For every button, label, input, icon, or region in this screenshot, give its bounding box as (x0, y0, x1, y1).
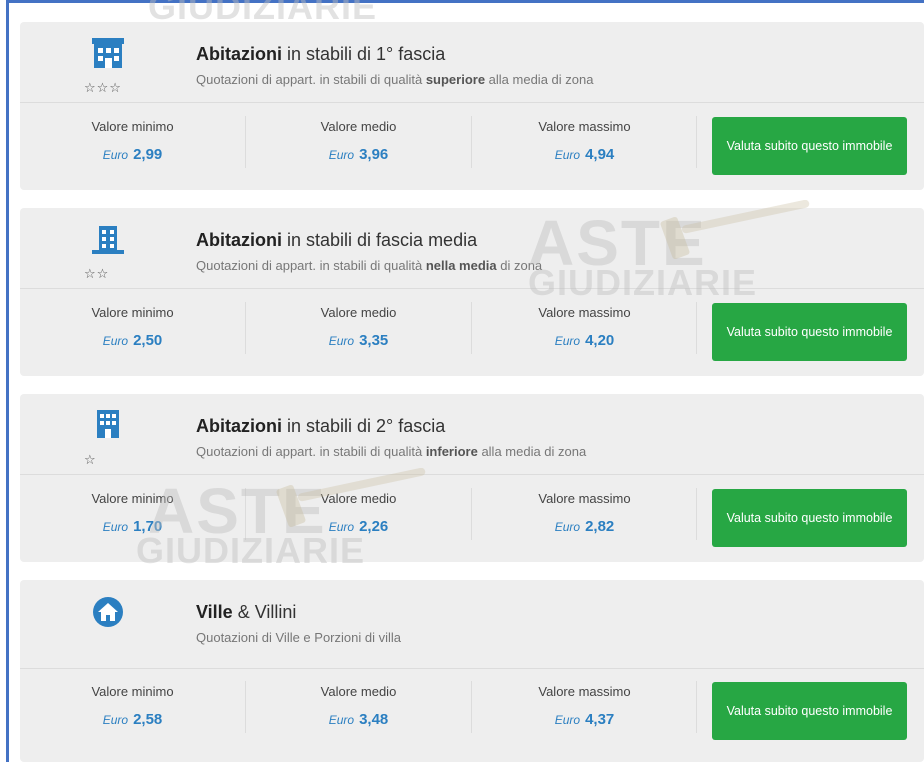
card-title: Abitazioni in stabili di fascia media (196, 230, 478, 250)
avg-value: Euro 3,48 (328, 711, 389, 728)
price-card-2: ☆☆ Abitazioni in stabili di fascia media… (20, 208, 924, 376)
max-value-label: Valore massimo (538, 305, 631, 320)
avg-value-label: Valore medio (320, 305, 397, 320)
card-title: Abitazioni in stabili di 2° fascia (196, 416, 446, 436)
avg-value-column: Valore medio Euro 3,96 (246, 119, 471, 163)
max-value-label: Valore massimo (538, 119, 631, 134)
max-value-column: Valore massimo Euro 2,82 (472, 491, 697, 535)
divider (20, 668, 924, 669)
min-value-column: Valore minimo Euro 1,70 (20, 491, 245, 535)
min-value-column: Valore minimo Euro 2,50 (20, 305, 245, 349)
divider (20, 288, 924, 289)
min-value-label: Valore minimo (91, 684, 174, 699)
building-top-tier-icon (92, 38, 124, 68)
building-mid-tier-icon (92, 226, 124, 254)
valuate-button[interactable]: Valuta subito questo immobile (712, 117, 907, 175)
column-divider (696, 116, 697, 168)
max-value-label: Valore massimo (538, 684, 631, 699)
card-subtitle: Quotazioni di appart. in stabili di qual… (196, 72, 594, 87)
avg-value-column: Valore medio Euro 3,35 (246, 305, 471, 349)
column-divider (696, 302, 697, 354)
avg-value: Euro 3,96 (328, 146, 389, 163)
min-value-label: Valore minimo (91, 119, 174, 134)
min-value: Euro 2,58 (102, 711, 163, 728)
max-value: Euro 4,94 (554, 146, 615, 163)
valuate-button[interactable]: Valuta subito questo immobile (712, 303, 907, 361)
card-title: Ville & Villini (196, 602, 297, 622)
card-title: Abitazioni in stabili di 1° fascia (196, 44, 446, 64)
min-value: Euro 2,99 (102, 146, 163, 163)
column-divider (696, 681, 697, 733)
max-value-label: Valore massimo (538, 491, 631, 506)
quality-stars: ☆ (84, 452, 97, 467)
card-subtitle: Quotazioni di appart. in stabili di qual… (196, 444, 587, 459)
max-value-column: Valore massimo Euro 4,94 (472, 119, 697, 163)
villa-icon (93, 597, 123, 627)
avg-value: Euro 3,35 (328, 332, 389, 349)
building-low-tier-icon (97, 410, 119, 438)
divider (20, 102, 924, 103)
min-value: Euro 2,50 (102, 332, 163, 349)
price-card-4: Ville & Villini Quotazioni di Ville e Po… (20, 580, 924, 762)
min-value: Euro 1,70 (102, 518, 163, 535)
min-value-label: Valore minimo (91, 491, 174, 506)
avg-value-label: Valore medio (320, 684, 397, 699)
valuate-button[interactable]: Valuta subito questo immobile (712, 489, 907, 547)
max-value: Euro 4,20 (554, 332, 615, 349)
quality-stars: ☆☆☆ (84, 80, 122, 95)
card-subtitle: Quotazioni di appart. in stabili di qual… (196, 258, 543, 273)
avg-value-label: Valore medio (320, 119, 397, 134)
card-subtitle: Quotazioni di Ville e Porzioni di villa (196, 630, 401, 645)
min-value-label: Valore minimo (91, 305, 174, 320)
avg-value: Euro 2,26 (328, 518, 389, 535)
avg-value-label: Valore medio (320, 491, 397, 506)
price-card-1: ☆☆☆ Abitazioni in stabili di 1° fascia Q… (20, 22, 924, 190)
max-value: Euro 4,37 (554, 711, 615, 728)
quality-stars: ☆☆ (84, 266, 110, 281)
valuate-button[interactable]: Valuta subito questo immobile (712, 682, 907, 740)
max-value-column: Valore massimo Euro 4,20 (472, 305, 697, 349)
min-value-column: Valore minimo Euro 2,58 (20, 684, 245, 728)
price-card-3: ☆ Abitazioni in stabili di 2° fascia Quo… (20, 394, 924, 562)
frame-border-top (6, 0, 924, 3)
frame-border-left (6, 0, 9, 762)
column-divider (696, 488, 697, 540)
min-value-column: Valore minimo Euro 2,99 (20, 119, 245, 163)
divider (20, 474, 924, 475)
avg-value-column: Valore medio Euro 3,48 (246, 684, 471, 728)
max-value-column: Valore massimo Euro 4,37 (472, 684, 697, 728)
max-value: Euro 2,82 (554, 518, 615, 535)
avg-value-column: Valore medio Euro 2,26 (246, 491, 471, 535)
